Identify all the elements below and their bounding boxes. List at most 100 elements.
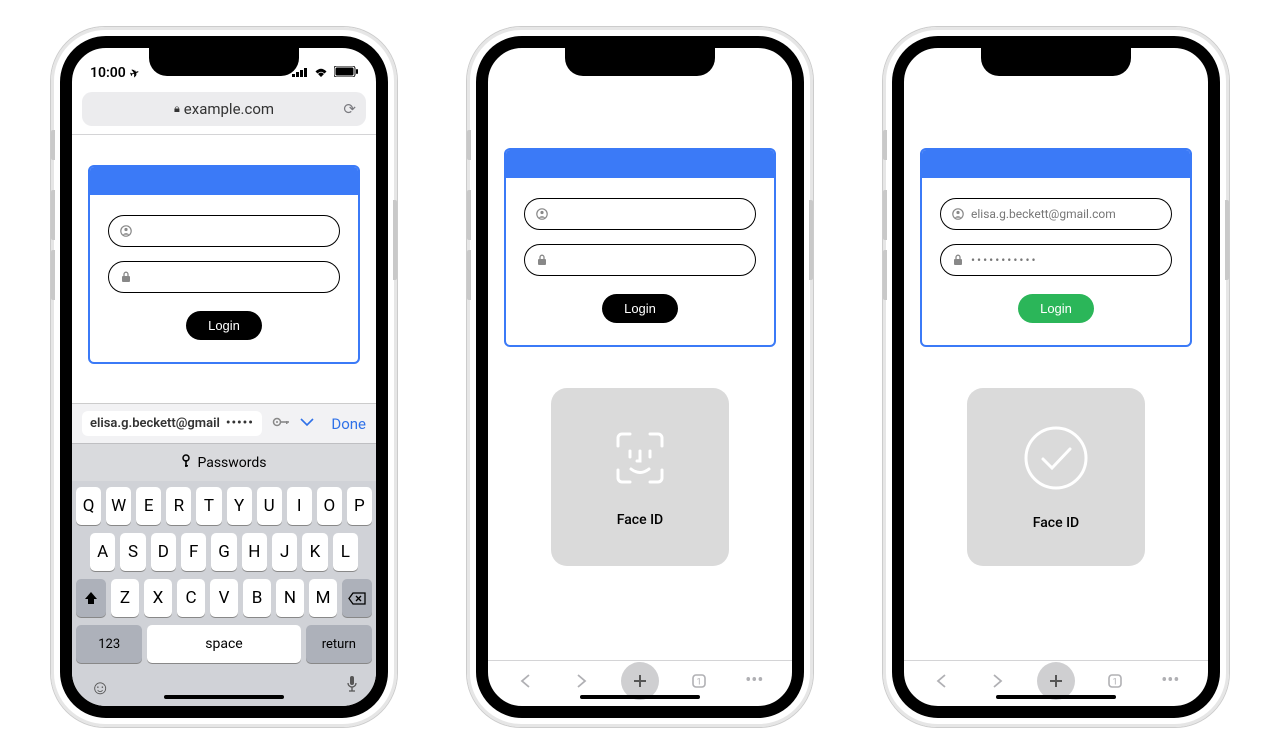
- login-card-header: [922, 150, 1190, 178]
- phone-3: elisa.g.beckett@gmail.com ••••••••••• Lo…: [883, 27, 1229, 727]
- notch: [565, 48, 715, 76]
- key-e[interactable]: E: [136, 487, 161, 525]
- key-q[interactable]: Q: [76, 487, 101, 525]
- new-tab-button[interactable]: [1037, 662, 1075, 700]
- back-button[interactable]: [511, 666, 541, 696]
- forward-button[interactable]: [982, 666, 1012, 696]
- login-card: elisa.g.beckett@gmail.com ••••••••••• Lo…: [920, 148, 1192, 347]
- return-key[interactable]: return: [306, 625, 372, 663]
- home-indicator[interactable]: [164, 695, 284, 699]
- key-i[interactable]: I: [287, 487, 312, 525]
- key-f[interactable]: F: [181, 533, 206, 571]
- checkmark-icon: [1021, 423, 1091, 497]
- status-time: 10:00: [90, 65, 126, 81]
- password-field[interactable]: [108, 261, 340, 293]
- key-t[interactable]: T: [196, 487, 221, 525]
- key-d[interactable]: D: [151, 533, 176, 571]
- faceid-label: Face ID: [1033, 515, 1079, 531]
- autofill-suggestion-bar: elisa.g.beckett@gmail ••••• Done: [72, 403, 376, 443]
- faceid-label: Face ID: [617, 512, 663, 528]
- phone-1: 10:00 ✈ 🔒︎ example.com ⟳: [51, 27, 397, 727]
- chevron-down-icon[interactable]: [300, 416, 314, 431]
- url-pill[interactable]: 🔒︎ example.com ⟳: [82, 92, 366, 126]
- key-s[interactable]: S: [120, 533, 145, 571]
- passwords-label: Passwords: [197, 455, 266, 471]
- person-icon: [535, 208, 549, 220]
- login-button[interactable]: Login: [602, 294, 678, 323]
- back-button[interactable]: [927, 666, 957, 696]
- key-w[interactable]: W: [106, 487, 131, 525]
- backspace-key[interactable]: [342, 579, 372, 617]
- key-p[interactable]: P: [347, 487, 372, 525]
- key-k[interactable]: K: [302, 533, 327, 571]
- login-button[interactable]: Login: [186, 311, 262, 340]
- faceid-success: Face ID: [967, 388, 1145, 566]
- password-value: •••••••••••: [971, 253, 1038, 267]
- menu-button[interactable]: •••: [739, 666, 769, 696]
- key-z[interactable]: Z: [111, 579, 139, 617]
- lock-icon: [951, 254, 965, 266]
- login-button[interactable]: Login: [1018, 294, 1094, 323]
- space-key[interactable]: space: [147, 625, 300, 663]
- key-v[interactable]: V: [210, 579, 238, 617]
- keyboard: QWERTYUIOP ASDFGHJKL ZXCVBNM 123 space r…: [72, 481, 376, 706]
- key-icon[interactable]: [272, 416, 290, 431]
- new-tab-button[interactable]: [621, 662, 659, 700]
- forward-button[interactable]: [566, 666, 596, 696]
- person-icon: [119, 225, 133, 237]
- key-icon: [181, 454, 191, 472]
- key-n[interactable]: N: [276, 579, 304, 617]
- email-field[interactable]: [524, 198, 756, 230]
- emoji-key[interactable]: ☺: [90, 675, 110, 700]
- key-l[interactable]: L: [333, 533, 358, 571]
- keyboard-row-2: ASDFGHJKL: [76, 533, 372, 571]
- email-field[interactable]: [108, 215, 340, 247]
- url-bar: 🔒︎ example.com ⟳: [72, 88, 376, 135]
- passwords-bar[interactable]: Passwords: [72, 443, 376, 481]
- autofill-suggestion[interactable]: elisa.g.beckett@gmail •••••: [82, 411, 262, 436]
- keyboard-done-button[interactable]: Done: [331, 415, 366, 433]
- key-u[interactable]: U: [257, 487, 282, 525]
- person-icon: [951, 208, 965, 220]
- home-indicator[interactable]: [580, 695, 700, 699]
- page-content: Login: [72, 135, 376, 403]
- key-b[interactable]: B: [243, 579, 271, 617]
- url-text: example.com: [184, 100, 274, 118]
- email-field[interactable]: elisa.g.beckett@gmail.com: [940, 198, 1172, 230]
- key-y[interactable]: Y: [227, 487, 252, 525]
- page-content: Login Face ID: [488, 88, 792, 660]
- key-g[interactable]: G: [211, 533, 236, 571]
- password-field[interactable]: •••••••••••: [940, 244, 1172, 276]
- lock-icon: 🔒︎: [174, 102, 180, 116]
- key-o[interactable]: O: [317, 487, 342, 525]
- key-x[interactable]: X: [144, 579, 172, 617]
- password-field[interactable]: [524, 244, 756, 276]
- key-h[interactable]: H: [242, 533, 267, 571]
- notch: [149, 48, 299, 76]
- home-indicator[interactable]: [996, 695, 1116, 699]
- faceid-prompt: Face ID: [551, 388, 729, 566]
- notch: [981, 48, 1131, 76]
- dictation-key[interactable]: [346, 675, 358, 700]
- menu-button[interactable]: •••: [1155, 666, 1185, 696]
- login-card: Login: [504, 148, 776, 347]
- browser-toolbar: 1 •••: [904, 660, 1208, 706]
- key-a[interactable]: A: [90, 533, 115, 571]
- key-j[interactable]: J: [272, 533, 297, 571]
- key-m[interactable]: M: [309, 579, 337, 617]
- login-card-header: [506, 150, 774, 178]
- svg-text:1: 1: [697, 677, 702, 687]
- browser-toolbar: 1 •••: [488, 660, 792, 706]
- phone-2: Login Face ID: [467, 27, 813, 727]
- page-content: elisa.g.beckett@gmail.com ••••••••••• Lo…: [904, 88, 1208, 660]
- login-card-header: [90, 167, 358, 195]
- lock-icon: [119, 271, 133, 283]
- refresh-icon[interactable]: ⟳: [343, 100, 356, 118]
- location-icon: ✈: [128, 65, 141, 80]
- tabs-button[interactable]: 1: [1100, 666, 1130, 696]
- shift-key[interactable]: [76, 579, 106, 617]
- numbers-key[interactable]: 123: [76, 625, 142, 663]
- key-r[interactable]: R: [166, 487, 191, 525]
- tabs-button[interactable]: 1: [684, 666, 714, 696]
- key-c[interactable]: C: [177, 579, 205, 617]
